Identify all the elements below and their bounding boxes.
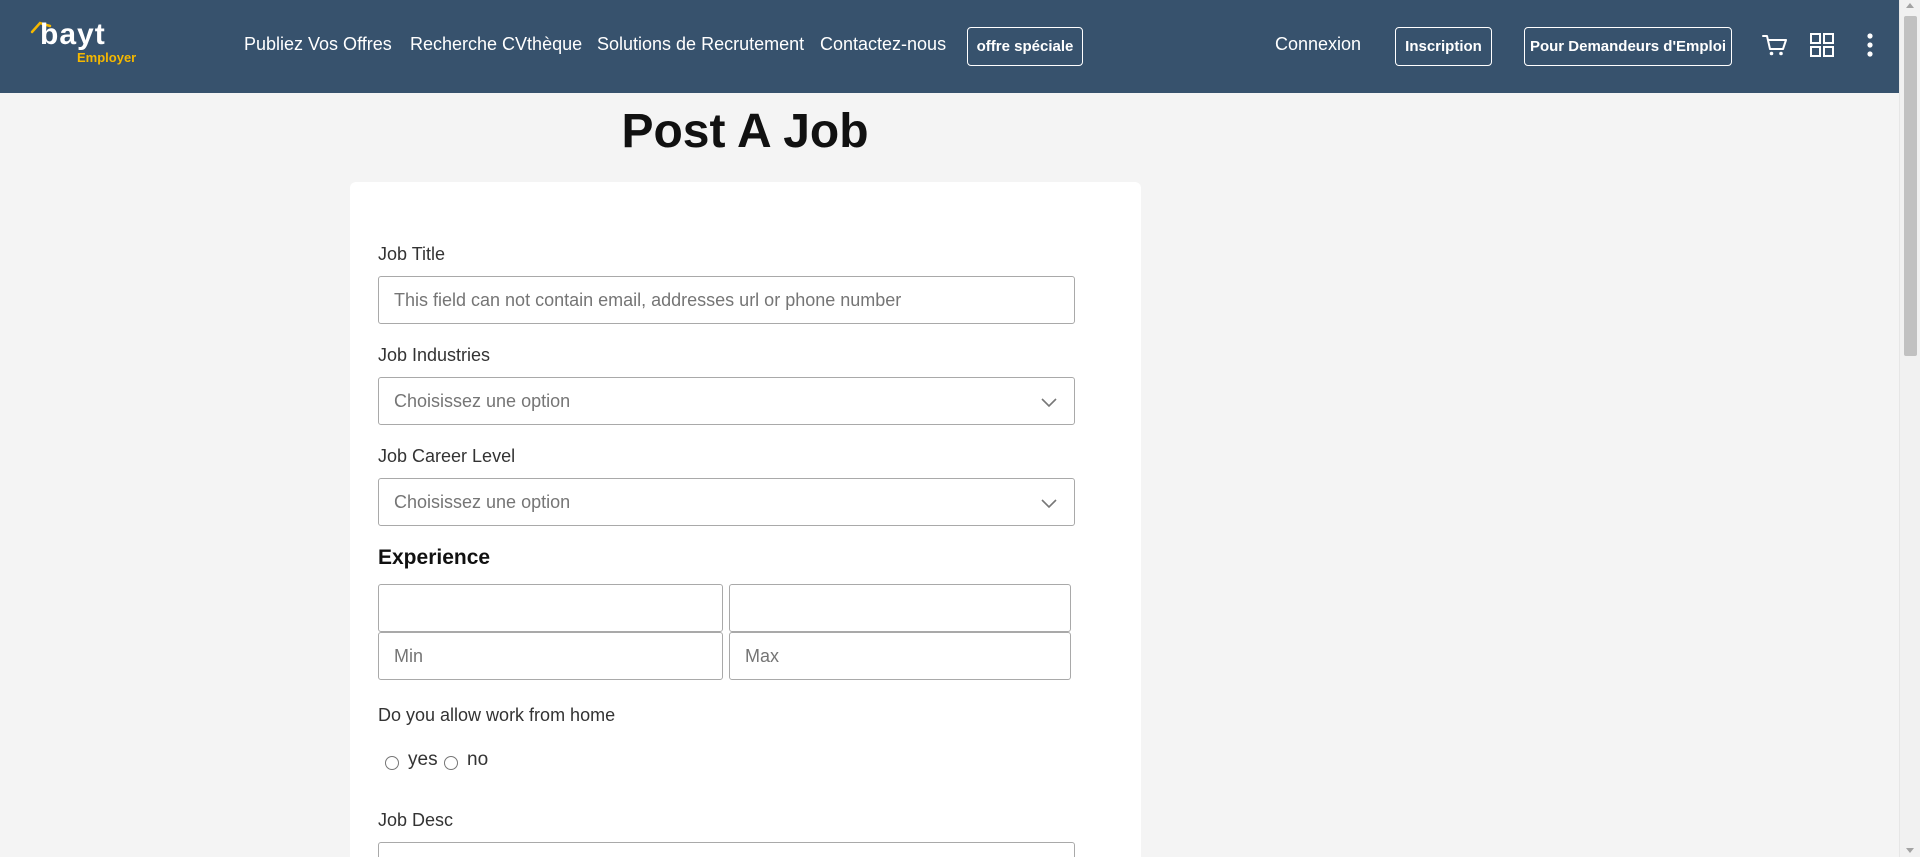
scrollbar-thumb[interactable] [1904, 16, 1917, 356]
experience-max-input[interactable]: Max [729, 632, 1071, 680]
chevron-down-icon [1041, 499, 1057, 509]
nav-post-jobs[interactable]: Publiez Vos Offres [244, 34, 392, 55]
experience-max-placeholder: Max [745, 645, 780, 666]
nav-recruitment-solutions[interactable]: Solutions de Recrutement [597, 34, 804, 55]
special-offer-button[interactable]: offre spéciale [967, 27, 1083, 66]
experience-heading: Experience [378, 546, 491, 569]
job-career-level-select[interactable]: Choisissez une option [378, 478, 1075, 526]
experience-min-input[interactable]: Min [378, 632, 723, 680]
page-scrollbar[interactable] [1899, 0, 1920, 857]
work-from-home-yes-label[interactable]: yes [408, 749, 438, 771]
job-career-level-label: Job Career Level [378, 446, 516, 466]
work-from-home-yes-radio[interactable] [385, 756, 399, 770]
nav-cv-search[interactable]: Recherche CVthèque [410, 34, 582, 55]
work-from-home-label: Do you allow work from home [378, 705, 616, 725]
job-seekers-button[interactable]: Pour Demandeurs d'Emploi [1524, 27, 1732, 66]
logo-wordmark: bayt [40, 18, 106, 51]
job-industries-label: Job Industries [378, 345, 491, 365]
top-navigation-bar: bayt Employer Publiez Vos Offres Recherc… [0, 0, 1899, 93]
logo-subtitle: Employer [77, 50, 137, 65]
more-vertical-icon[interactable] [1856, 31, 1884, 59]
bayt-employer-logo[interactable]: bayt Employer [30, 18, 145, 70]
cart-icon[interactable] [1761, 31, 1789, 59]
experience-years-max-input[interactable] [729, 584, 1071, 632]
job-career-level-selected: Choisissez une option [394, 491, 571, 512]
job-title-label: Job Title [378, 244, 446, 264]
chevron-down-icon [1041, 398, 1057, 408]
experience-years-min-input[interactable] [378, 584, 723, 632]
work-from-home-no-radio[interactable] [444, 756, 458, 770]
job-desc-label: Job Desc [378, 810, 454, 830]
login-link[interactable]: Connexion [1275, 34, 1361, 55]
work-from-home-no-label[interactable]: no [467, 749, 488, 771]
scroll-up-arrow-icon[interactable] [1906, 3, 1914, 8]
job-title-input[interactable]: This field can not contain email, addres… [378, 276, 1075, 324]
job-industries-select[interactable]: Choisissez une option [378, 377, 1075, 425]
page-title: Post A Job [621, 105, 869, 158]
apps-grid-icon[interactable] [1808, 31, 1836, 59]
nav-contact[interactable]: Contactez-nous [820, 34, 946, 55]
job-industries-selected: Choisissez une option [394, 390, 571, 411]
signup-button[interactable]: Inscription [1395, 27, 1492, 66]
job-desc-textarea[interactable] [378, 842, 1075, 857]
scroll-down-arrow-icon[interactable] [1906, 848, 1914, 853]
experience-min-placeholder: Min [394, 645, 424, 666]
job-title-placeholder: This field can not contain email, addres… [394, 289, 902, 310]
